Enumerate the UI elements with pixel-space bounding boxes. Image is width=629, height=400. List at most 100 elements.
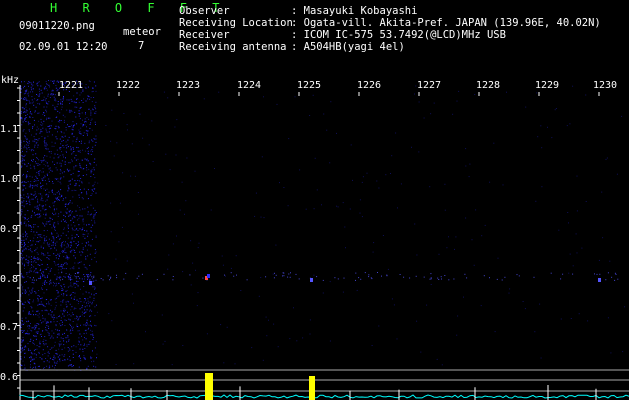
noise-pixel — [71, 306, 73, 308]
noise-pixel — [21, 319, 23, 321]
noise-pixel — [455, 236, 457, 238]
noise-pixel — [74, 225, 76, 227]
trace-pixel — [91, 276, 93, 278]
noise-pixel — [75, 190, 77, 191]
noise-pixel — [55, 229, 56, 231]
noise-pixel — [81, 197, 83, 199]
time-ticks — [58, 92, 600, 96]
noise-pixel — [30, 361, 32, 362]
noise-pixel — [22, 286, 24, 288]
noise-pixel — [33, 194, 34, 196]
noise-pixel — [44, 144, 46, 146]
noise-pixel — [40, 199, 42, 201]
noise-pixel — [71, 312, 73, 314]
noise-pixel — [68, 162, 70, 164]
noise-pixel — [610, 352, 612, 354]
noise-pixel — [23, 242, 25, 243]
noise-pixel — [93, 294, 95, 296]
noise-pixel — [342, 291, 344, 293]
noise-pixel — [66, 341, 68, 343]
noise-pixel — [26, 332, 27, 334]
noise-pixel — [38, 209, 40, 211]
noise-pixel — [37, 264, 39, 266]
noise-pixel — [42, 354, 44, 356]
noise-pixel — [58, 213, 60, 215]
noise-pixel — [27, 217, 29, 219]
noise-pixel — [29, 225, 31, 226]
noise-pixel — [65, 145, 67, 146]
noise-pixel — [48, 221, 50, 223]
noise-pixel — [32, 198, 34, 200]
noise-pixel — [23, 93, 25, 95]
trace-pixel — [33, 277, 34, 279]
noise-pixel — [41, 297, 43, 299]
noise-pixel — [81, 140, 82, 142]
noise-pixel — [49, 220, 51, 222]
noise-pixel — [84, 208, 86, 210]
noise-pixel — [378, 325, 380, 327]
noise-pixel — [43, 292, 45, 294]
noise-pixel — [168, 254, 170, 256]
noise-pixel — [73, 124, 75, 126]
noise-pixel — [89, 264, 91, 266]
noise-pixel — [39, 275, 41, 277]
noise-pixel — [454, 248, 455, 250]
noise-pixel — [414, 93, 415, 95]
noise-pixel — [23, 243, 25, 244]
noise-pixel — [46, 325, 48, 326]
noise-pixel — [21, 259, 23, 261]
noise-pixel — [87, 300, 89, 302]
noise-pixel — [31, 327, 33, 329]
noise-pixel — [113, 155, 115, 157]
noise-pixel — [84, 298, 86, 299]
noise-pixel — [56, 178, 57, 180]
noise-pixel — [90, 119, 92, 121]
noise-pixel — [40, 187, 42, 189]
noise-pixel — [58, 330, 60, 332]
noise-pixel — [84, 86, 86, 88]
noise-pixel — [59, 194, 61, 195]
noise-pixel — [55, 305, 57, 307]
noise-pixel — [92, 109, 94, 111]
noise-pixel — [44, 155, 46, 157]
noise-pixel — [73, 298, 75, 300]
noise-pixel — [93, 173, 95, 175]
noise-pixel — [77, 158, 79, 160]
noise-pixel — [44, 99, 46, 101]
noise-pixel — [87, 278, 88, 280]
noise-pixel — [34, 335, 36, 337]
noise-pixel — [48, 84, 50, 86]
noise-pixel — [254, 215, 256, 217]
noise-pixel — [95, 101, 97, 103]
noise-pixel — [22, 348, 23, 350]
noise-pixel — [62, 114, 64, 116]
noise-pixel — [48, 367, 50, 369]
trace-pixel — [87, 276, 89, 277]
noise-pixel — [59, 344, 61, 346]
noise-pixel — [85, 323, 87, 325]
noise-pixel — [45, 329, 47, 331]
noise-pixel — [85, 121, 87, 123]
noise-pixel — [87, 160, 89, 162]
noise-pixel — [64, 286, 66, 288]
noise-pixel — [111, 109, 113, 111]
noise-pixel — [63, 214, 65, 216]
noise-pixel — [65, 290, 67, 292]
noise-pixel — [54, 98, 56, 100]
noise-pixel — [26, 321, 28, 323]
trace-pixel — [138, 275, 140, 277]
noise-pixel — [94, 286, 96, 288]
noise-pixel — [46, 117, 48, 119]
noise-pixel — [89, 98, 91, 100]
noise-pixel — [32, 261, 34, 263]
trace-pixel — [102, 279, 104, 281]
trace-pixel — [290, 272, 291, 274]
noise-pixel — [391, 298, 393, 300]
noise-pixel — [57, 153, 59, 155]
noise-pixel — [40, 129, 42, 131]
noise-pixel — [90, 204, 92, 206]
noise-pixel — [30, 86, 32, 88]
noise-pixel — [29, 277, 31, 279]
noise-pixel — [40, 268, 42, 270]
noise-pixel — [76, 317, 77, 319]
